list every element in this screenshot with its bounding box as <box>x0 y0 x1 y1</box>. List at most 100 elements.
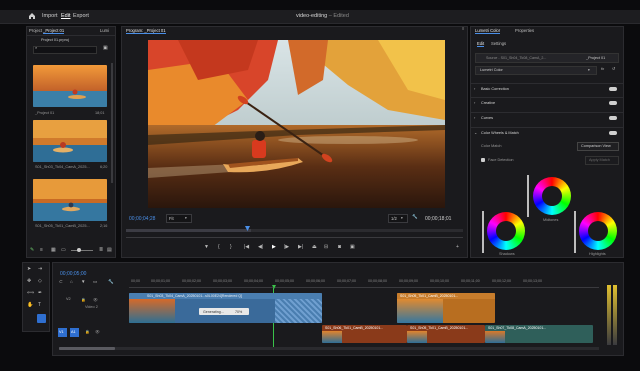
section-color-wheels[interactable]: ⌄ Color Wheels & Match <box>471 127 623 140</box>
lock-icon[interactable]: 🔒 <box>85 329 90 334</box>
type-tool-icon[interactable]: T <box>38 303 41 308</box>
pencil-icon[interactable]: ✎ <box>30 248 34 253</box>
ripple-edit-icon[interactable]: ✥ <box>27 279 31 284</box>
go-to-in-icon[interactable]: |◀ <box>244 245 249 250</box>
shadows-slider[interactable] <box>482 211 484 253</box>
tab-project-01[interactable]: _Project 01 <box>43 28 65 34</box>
camera-icon[interactable]: ◙ <box>338 245 341 250</box>
selection-tool-icon[interactable]: ➤ <box>27 267 31 272</box>
timeline-scroll-thumb[interactable] <box>59 347 115 350</box>
time-ruler[interactable]: 00;00 00;00;01;00 00;00;02;00 00;00;03;0… <box>129 277 599 287</box>
step-back-icon[interactable]: ◀| <box>258 245 263 250</box>
video-preview[interactable] <box>148 40 445 208</box>
tab-settings[interactable]: Settings <box>491 41 506 46</box>
list-view-icon[interactable]: ≡ <box>40 248 43 253</box>
tab-program[interactable]: Program: _Project 01 <box>126 28 166 34</box>
extract-icon[interactable]: ⊟ <box>324 245 328 250</box>
toggle[interactable] <box>609 131 617 135</box>
clip-v2-orange[interactable]: S01_Sh05_Tk01_CamB_20250101... <box>397 293 495 323</box>
timeline-scrollbar[interactable] <box>59 347 599 350</box>
effect-dropdown[interactable]: Lumetri Color ▾ <box>475 66 597 75</box>
apply-match-button[interactable]: Apply Match <box>585 156 619 165</box>
toggle[interactable] <box>609 101 617 105</box>
face-detection-checkbox[interactable] <box>481 158 485 162</box>
generative-tool-icon[interactable] <box>37 314 46 323</box>
highlights-slider[interactable] <box>574 211 576 253</box>
menu-export[interactable]: Export <box>73 13 89 19</box>
tab-properties[interactable]: Properties <box>515 28 534 33</box>
pen-tool-icon[interactable]: ✒ <box>38 291 42 296</box>
clip-v1-b[interactable]: S01_Sh05_Tk01_CamB_20250101... <box>407 325 485 343</box>
track-a1-target[interactable]: A1 <box>70 328 79 337</box>
go-to-out-icon[interactable]: ▶| <box>298 245 303 250</box>
new-bin-icon[interactable]: ▣ <box>103 46 108 51</box>
eye-icon[interactable]: 👁 <box>93 297 98 302</box>
scrollbar[interactable] <box>111 63 113 183</box>
zoom-slider-handle[interactable] <box>77 248 81 252</box>
toggle[interactable] <box>609 87 617 91</box>
eye-icon[interactable]: 👁 <box>95 329 100 334</box>
track-v2-label[interactable]: V2 <box>66 297 71 301</box>
search-input[interactable] <box>33 46 97 54</box>
linked-selection-icon[interactable]: ⌂ <box>70 279 73 285</box>
play-icon[interactable]: ▶ <box>272 245 276 250</box>
menu-edit[interactable]: Edit <box>61 13 70 19</box>
resolution-dropdown[interactable]: 1/2 ▾ <box>388 214 408 223</box>
hand-tool-icon[interactable]: ✋ <box>27 303 33 308</box>
section-basic-correction[interactable]: › Basic Correction <box>471 83 623 96</box>
zoom-slider[interactable] <box>71 250 93 251</box>
comparison-icon[interactable]: ▣ <box>350 245 355 250</box>
grid-view-icon[interactable]: ▦ <box>51 248 56 253</box>
lift-icon[interactable]: ⏏ <box>312 245 317 250</box>
media-duration: 2;16 <box>100 224 108 228</box>
section-curves[interactable]: › Curves <box>471 112 623 125</box>
settings-icon[interactable]: 🔧 <box>412 214 418 220</box>
add-button-icon[interactable]: + <box>456 245 459 250</box>
midtones-wheel[interactable] <box>533 177 571 215</box>
lock-icon[interactable]: 🔒 <box>81 297 86 302</box>
section-creative[interactable]: › Creative <box>471 97 623 110</box>
marker-icon[interactable]: ▼ <box>204 245 209 250</box>
wrench-icon[interactable]: 🔧 <box>108 279 114 285</box>
new-item-icon[interactable]: ▤ <box>107 248 112 253</box>
chevron-down-icon: ▾ <box>588 68 590 72</box>
mark-out-icon[interactable]: } <box>230 245 232 250</box>
tab-project[interactable]: Project <box>29 28 42 33</box>
track-v1-target[interactable]: V1 <box>58 328 67 337</box>
reset-icon[interactable]: ↺ <box>612 67 615 71</box>
timeline-timecode[interactable]: 00;00;05;00 <box>60 271 86 277</box>
shadows-wheel[interactable] <box>487 212 525 250</box>
razor-tool-icon[interactable]: ◇ <box>38 279 42 284</box>
color-match-label: Color Match <box>481 144 502 148</box>
menu-icon[interactable]: ≣ <box>99 248 103 253</box>
source-selector[interactable]: Source - S01_Sh04_Tk08_CamA_2... _Projec… <box>475 53 619 63</box>
clip-v1-teal[interactable]: S01_Sh07_Tk08_CamA_20250101... <box>485 325 593 343</box>
add-marker-icon[interactable]: ▼ <box>81 279 85 285</box>
panel-menu-icon[interactable]: ≡ <box>462 27 464 31</box>
toggle[interactable] <box>609 116 617 120</box>
mark-in-icon[interactable]: { <box>218 245 220 250</box>
midtones-slider[interactable] <box>527 175 529 217</box>
home-icon[interactable] <box>28 12 36 20</box>
fx-icon[interactable]: fx <box>601 67 604 71</box>
tab-lumetri[interactable]: Lumi <box>100 28 109 33</box>
clip-v2-rendered[interactable]: S01_Sh03_Tk04_CamA_20250101...s0L00E24[R… <box>129 293 322 323</box>
captions-icon[interactable]: ▭ <box>93 279 97 285</box>
media-thumbnail[interactable] <box>33 65 107 107</box>
clip-v1-a[interactable]: S01_Sh06_Tk01_CamB_20250101... <box>322 325 407 343</box>
slip-tool-icon[interactable]: ⟺ <box>27 291 34 296</box>
highlights-wheel[interactable] <box>579 212 617 250</box>
comparison-view-button[interactable]: Comparison View <box>577 142 619 151</box>
freeform-view-icon[interactable]: ▭ <box>61 248 66 253</box>
media-name: S01_Sh05_Tk01_CamB_2025... <box>35 224 90 228</box>
menu-import[interactable]: Import <box>42 13 58 19</box>
tab-edit[interactable]: Edit <box>477 41 485 47</box>
track-select-icon[interactable]: ⇥ <box>38 267 42 272</box>
current-timecode[interactable]: 00;00;04;28 <box>129 216 155 222</box>
step-forward-icon[interactable]: |▶ <box>284 245 289 250</box>
snap-icon[interactable]: ⊂ <box>59 279 63 285</box>
tab-lumetri-color[interactable]: Lumetri Color <box>475 28 501 34</box>
media-thumbnail[interactable] <box>33 179 107 221</box>
fit-dropdown[interactable]: Fit ▾ <box>166 214 192 223</box>
media-thumbnail[interactable] <box>33 120 107 162</box>
